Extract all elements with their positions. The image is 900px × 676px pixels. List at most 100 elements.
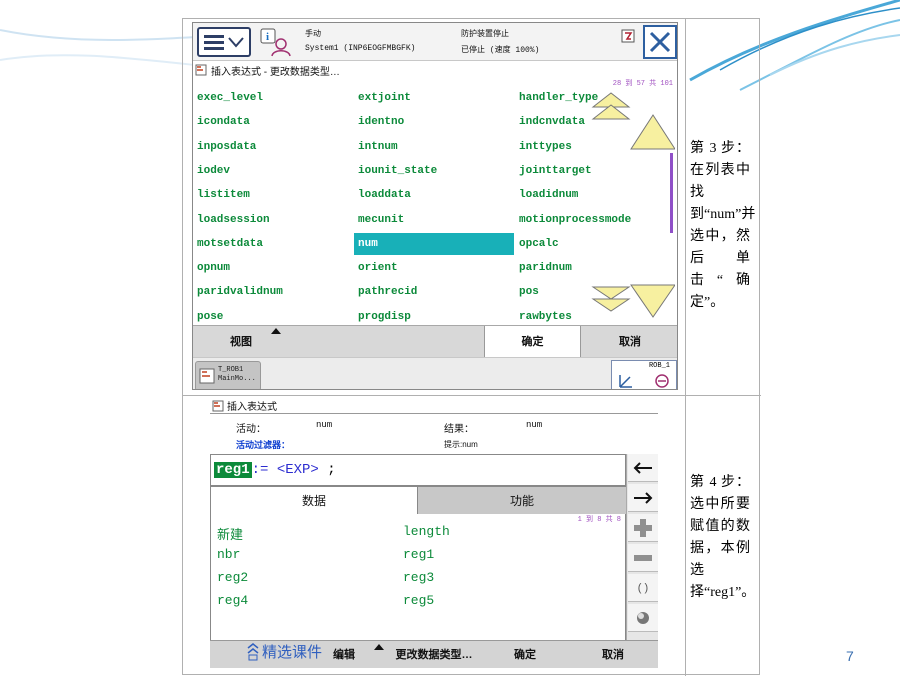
speed-icon (621, 29, 635, 43)
move-right-button[interactable] (628, 484, 658, 512)
data-type-item[interactable]: extjoint (354, 87, 411, 109)
caret-up-icon (271, 328, 281, 334)
window-title-bar: 插入表达式 - 更改数据类型… (193, 61, 677, 79)
insert-expression-icon (212, 400, 224, 411)
page-up-icon (630, 114, 675, 150)
minus-icon (634, 554, 652, 561)
data-item[interactable]: reg2 (217, 570, 248, 585)
assign-operator: := (251, 462, 277, 478)
expression-target[interactable]: reg1 (214, 462, 252, 478)
ok-button[interactable]: 确定 (490, 641, 560, 668)
task-button[interactable]: T_ROB1 MainMo... (195, 361, 261, 389)
data-type-item[interactable]: motsetdata (193, 233, 263, 255)
data-type-item[interactable]: paridvalidnum (193, 281, 283, 303)
mode-text: 手动 (305, 30, 321, 39)
watermark-text: 精选课件 (262, 644, 323, 661)
svg-text:i: i (266, 31, 269, 43)
result-value: num (526, 420, 543, 430)
parentheses-button[interactable]: ( ) (628, 574, 658, 602)
tab-data[interactable]: 数据 (210, 486, 418, 514)
data-item[interactable]: reg1 (403, 547, 434, 562)
data-type-item[interactable]: orient (354, 257, 398, 279)
step-3-instruction: 第 3 步：在列表中找到“num”并选中，然后单击“确定”。 (690, 141, 756, 310)
scroll-down-buttons[interactable] (591, 283, 675, 323)
command-bar: 视图 确定 取消 (193, 325, 677, 358)
data-list: 1 到 8 共 8 新建 length nbr reg1 reg2 reg3 reg4 reg… (210, 514, 626, 640)
ok-button[interactable]: 确定 (484, 326, 581, 358)
window-title-bar: 插入表达式 (210, 398, 658, 414)
data-type-item[interactable]: motionprocessmode (515, 209, 631, 231)
move-left-button[interactable] (628, 454, 658, 482)
data-type-item[interactable]: mecunit (354, 209, 404, 231)
data-item[interactable]: reg5 (403, 593, 434, 608)
add-button[interactable] (628, 514, 658, 542)
data-type-item[interactable]: inttypes (515, 136, 572, 158)
data-type-item[interactable]: num (354, 232, 514, 255)
page-down-icon (630, 284, 675, 318)
task-module: MainMo... (218, 375, 256, 383)
page-title: 插入表达式 - 更改数据类型… (211, 66, 340, 78)
page-title: 插入表达式 (227, 402, 277, 413)
data-type-item[interactable]: pathrecid (354, 281, 417, 303)
coordinate-system-icon (619, 374, 669, 388)
edit-button[interactable]: 编辑 (322, 641, 366, 668)
data-type-item[interactable]: jointtarget (515, 160, 592, 182)
close-button[interactable] (643, 25, 677, 59)
list-counter: 1 到 8 共 8 (577, 516, 621, 524)
expression-end: ; (318, 462, 336, 478)
scroll-up-buttons[interactable] (591, 89, 675, 151)
data-type-item[interactable]: loadidnum (515, 184, 578, 206)
arrow-left-icon (633, 461, 652, 474)
main-menu-button[interactable] (197, 27, 251, 57)
tab-function[interactable]: 功能 (418, 486, 626, 514)
parentheses-icon: ( ) (637, 581, 649, 594)
data-type-item[interactable]: indcnvdata (515, 111, 585, 133)
result-label: 结果： (444, 424, 474, 435)
active-value: num (316, 420, 333, 430)
data-type-item[interactable]: identno (354, 111, 404, 133)
data-type-item[interactable]: inposdata (193, 136, 256, 158)
watermark: 精选课件 (246, 641, 322, 662)
hamburger-icon (204, 35, 224, 50)
data-type-item[interactable]: paridnum (515, 257, 572, 279)
toggle-button[interactable] (628, 604, 658, 632)
task-name: T_ROB1 (218, 366, 244, 374)
data-type-item[interactable]: exec_level (193, 87, 263, 109)
active-label: 活动： (236, 424, 266, 435)
data-type-item[interactable]: pos (515, 281, 539, 303)
data-type-item[interactable]: iodev (193, 160, 230, 182)
event-log-icon[interactable]: i (259, 27, 291, 57)
system-text: System1 (INP6EOGFMBGFK) (305, 44, 416, 53)
cancel-button[interactable]: 取消 (578, 641, 648, 668)
robot-status-button[interactable]: ROB_1 (611, 360, 677, 389)
data-type-item[interactable]: iounit_state (354, 160, 437, 182)
plus-icon (634, 518, 652, 537)
data-item[interactable]: 新建 (217, 524, 243, 543)
data-type-item[interactable]: listitem (193, 184, 250, 206)
arrow-right-icon (634, 491, 653, 504)
data-type-item[interactable]: opnum (193, 257, 230, 279)
editor-side-toolbar: ( ) (626, 454, 658, 640)
caret-up-icon (374, 644, 384, 650)
expression-placeholder[interactable]: <EXP> (277, 462, 319, 478)
remove-button[interactable] (628, 544, 658, 572)
active-filter-label: 活动过滤器： (236, 440, 291, 450)
list-scrollbar[interactable] (670, 153, 673, 233)
data-item[interactable]: reg3 (403, 570, 434, 585)
flexpendant-screen-data-types: i 手动 System1 (INP6EOGFMBGFK) 防护装置停止 已停止 … (192, 22, 678, 390)
change-type-button[interactable]: 更改数据类型… (384, 641, 484, 668)
toggle-icon (637, 611, 649, 624)
expression-editor[interactable]: reg1 := <EXP> ; (210, 454, 626, 486)
data-type-item[interactable]: loadsession (193, 209, 270, 231)
data-type-item[interactable]: icondata (193, 111, 250, 133)
data-item[interactable]: reg4 (217, 593, 248, 608)
data-type-item[interactable]: handler_type (515, 87, 598, 109)
data-type-item[interactable]: intnum (354, 136, 398, 158)
data-type-item[interactable]: opcalc (515, 233, 559, 255)
robot-name: ROB_1 (648, 362, 670, 370)
data-item[interactable]: nbr (217, 547, 240, 562)
cancel-button[interactable]: 取消 (581, 326, 677, 358)
status-bar: i 手动 System1 (INP6EOGFMBGFK) 防护装置停止 已停止 … (193, 23, 677, 61)
data-type-item[interactable]: loaddata (354, 184, 411, 206)
data-item[interactable]: length (403, 524, 450, 539)
